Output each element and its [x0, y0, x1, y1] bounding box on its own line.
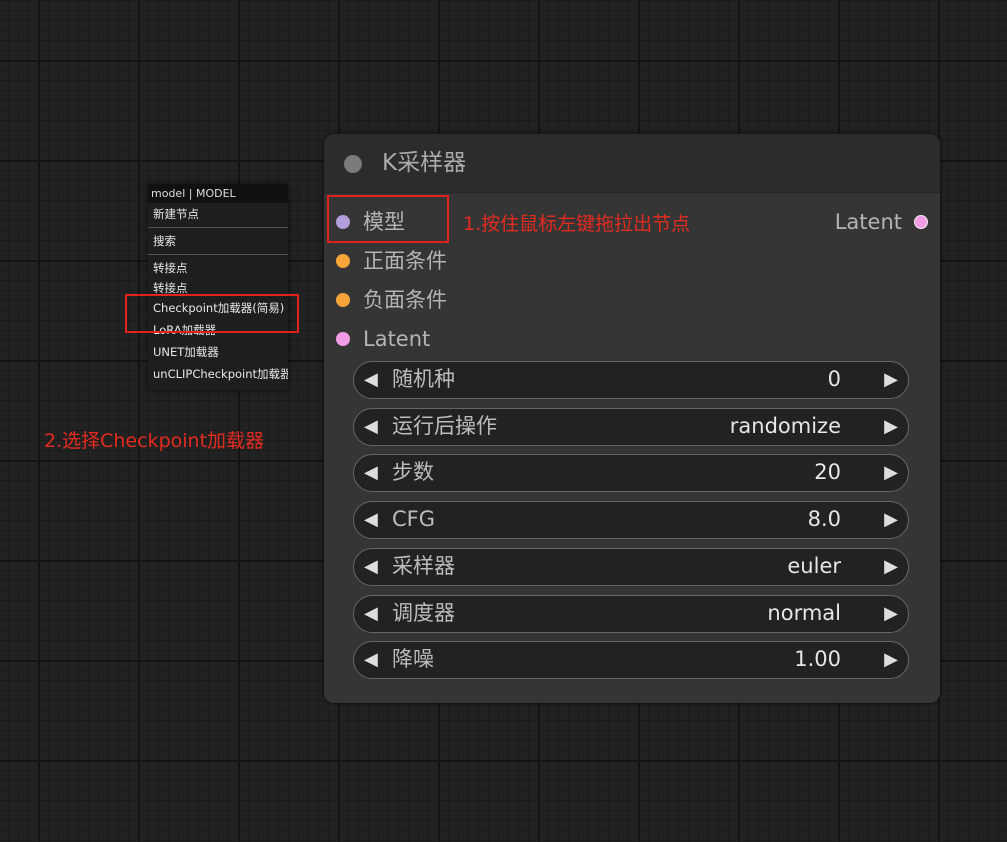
node-title: K采样器 [382, 150, 467, 176]
increment-arrow-icon[interactable]: ▶ [884, 409, 898, 444]
widget-control-after-generate[interactable]: ◀ 运行后操作 randomize ▶ [353, 408, 909, 446]
widget-value: normal [767, 601, 841, 625]
widget-value: randomize [729, 414, 841, 438]
annotation-step2: 2.选择Checkpoint加载器 [44, 430, 265, 452]
increment-arrow-icon[interactable]: ▶ [884, 455, 898, 490]
widget-seed[interactable]: ◀ 随机种 0 ▶ [353, 361, 909, 399]
menu-item-search[interactable]: 搜索 [148, 230, 288, 252]
menu-item-unet-loader[interactable]: UNET加载器 [148, 341, 288, 363]
widget-value: 8.0 [807, 507, 841, 531]
widget-label: 随机种 [392, 367, 455, 391]
increment-arrow-icon[interactable]: ▶ [884, 502, 898, 537]
menu-separator [148, 227, 288, 228]
decrement-arrow-icon[interactable]: ◀ [364, 362, 378, 397]
menu-separator [148, 254, 288, 255]
widget-denoise[interactable]: ◀ 降噪 1.00 ▶ [353, 641, 909, 679]
widget-label: CFG [392, 507, 436, 531]
context-menu: model | MODEL 新建节点 搜索 转接点 转接点 Checkpoint… [148, 184, 288, 390]
highlight-box-checkpoint-item [125, 294, 299, 333]
decrement-arrow-icon[interactable]: ◀ [364, 502, 378, 537]
context-menu-title: model | MODEL [148, 184, 288, 203]
node-header[interactable]: K采样器 [324, 134, 940, 193]
widget-steps[interactable]: ◀ 步数 20 ▶ [353, 454, 909, 492]
widget-value: euler [787, 554, 841, 578]
input-label-negative: 负面条件 [363, 288, 447, 312]
decrement-arrow-icon[interactable]: ◀ [364, 642, 378, 677]
annotation-step1: 1.按住鼠标左键拖拉出节点 [463, 213, 691, 235]
menu-item-reroute[interactable]: 转接点 [148, 257, 288, 279]
input-label-positive: 正面条件 [363, 249, 447, 273]
decrement-arrow-icon[interactable]: ◀ [364, 455, 378, 490]
increment-arrow-icon[interactable]: ▶ [884, 596, 898, 631]
decrement-arrow-icon[interactable]: ◀ [364, 596, 378, 631]
increment-arrow-icon[interactable]: ▶ [884, 642, 898, 677]
positive-pin-icon[interactable] [336, 254, 350, 268]
highlight-box-model-input [327, 195, 449, 243]
widget-label: 降噪 [392, 647, 434, 671]
widget-label: 采样器 [392, 554, 455, 578]
decrement-arrow-icon[interactable]: ◀ [364, 409, 378, 444]
menu-item-unclip-checkpoint-loader[interactable]: unCLIPCheckpoint加载器 [148, 363, 288, 385]
decrement-arrow-icon[interactable]: ◀ [364, 549, 378, 584]
widget-cfg[interactable]: ◀ CFG 8.0 ▶ [353, 501, 909, 539]
widget-label: 运行后操作 [392, 414, 497, 438]
widget-label: 调度器 [392, 601, 455, 625]
output-slot-latent[interactable]: Latent [835, 207, 930, 237]
increment-arrow-icon[interactable]: ▶ [884, 362, 898, 397]
increment-arrow-icon[interactable]: ▶ [884, 549, 898, 584]
menu-item-new-node[interactable]: 新建节点 [148, 203, 288, 225]
node-collapse-dot[interactable] [344, 155, 362, 173]
negative-pin-icon[interactable] [336, 293, 350, 307]
widget-sampler[interactable]: ◀ 采样器 euler ▶ [353, 548, 909, 586]
input-label-latent: Latent [363, 327, 431, 351]
widget-scheduler[interactable]: ◀ 调度器 normal ▶ [353, 595, 909, 633]
latent-pin-icon[interactable] [336, 332, 350, 346]
latent-output-pin-icon[interactable] [914, 214, 928, 229]
widget-value: 1.00 [794, 647, 841, 671]
widget-value: 20 [814, 460, 841, 484]
widget-label: 步数 [392, 460, 434, 484]
widget-value: 0 [827, 367, 841, 391]
